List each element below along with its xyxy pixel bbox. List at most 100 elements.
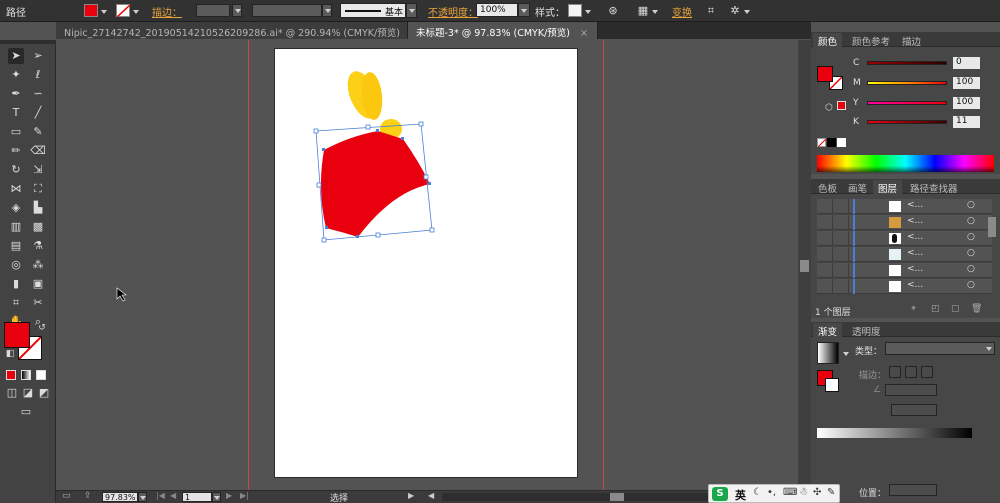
ime-toolbar: S 英 ☾ •, ⌨ ☃ ✣ ✎ [708,484,840,503]
tab-color[interactable]: 颜色 [813,33,843,48]
next-page-icon[interactable]: ▶ [226,491,232,500]
layer-row[interactable]: <... ○ [817,263,992,278]
cube-icon: ⬡ [825,103,833,113]
channel-y-slider[interactable] [867,101,947,105]
make-clipping-mask-icon[interactable]: ◰ [931,304,940,314]
punctuation-icon[interactable]: •, [767,487,776,498]
tab-color-guide[interactable]: 颜色参考 [847,33,895,48]
artwork-layer [116,71,435,302]
channel-k-slider[interactable] [867,120,947,124]
channel-c-slider[interactable] [867,61,947,65]
wrench-icon[interactable]: ✎ [827,487,835,498]
out-of-gamut-swatch[interactable] [837,101,846,110]
layer-row[interactable]: <... ○ [817,231,992,246]
zoom-dropdown[interactable] [138,492,147,502]
gradient-panel: 渐变 透明度 类型： 描边： ∠ 位置： [811,322,1000,503]
target-circle-icon[interactable]: ○ [967,216,975,226]
status-bar: ▭ ⇪ 97.83% |◀ ◀ 1 ▶ ▶| 选择 ▶ ◀ [56,490,811,503]
gradient-slider[interactable] [817,428,972,438]
keyboard-icon[interactable]: ⌨ [783,487,797,498]
channel-y-input[interactable]: 100 [953,97,980,109]
status-menu-icon[interactable]: ▶ [408,491,414,500]
layers-panel: 色板 画笔 图层 路径查找器 <... ○ <... ○ <... ○ <...… [811,179,1000,318]
target-circle-icon[interactable]: ○ [967,248,975,258]
angle-icon: ∠ [873,385,882,395]
gradient-position-input[interactable] [889,484,937,496]
layer-count: 1 个图层 [815,308,851,318]
scroll-left-icon[interactable]: ◀ [428,491,434,500]
layer-row[interactable]: <... ○ [817,215,992,230]
scrollbar-thumb[interactable] [800,260,809,272]
channel-k-input[interactable]: 11 [953,116,980,128]
layer-thumbnail [889,265,901,276]
prev-page-icon[interactable]: ◀ [170,491,176,500]
layer-thumbnail [889,249,901,260]
channel-k-label: K [853,117,859,127]
layer-row[interactable]: <... ○ [817,247,992,262]
channel-c-label: C [853,58,860,68]
channel-m-label: M [853,78,861,88]
channel-c-input[interactable]: 0 [953,57,980,69]
target-circle-icon[interactable]: ○ [967,280,975,290]
color-panel: 颜色 颜色参考 描边 ⬡ C 0 M 100 Y 100 K 11 [811,32,1000,174]
channel-m-slider[interactable] [867,81,947,85]
ime-logo-icon[interactable]: S [712,487,728,501]
toolbox-icon[interactable]: ✣ [813,487,821,498]
tab-stroke[interactable]: 描边 [897,33,926,48]
layer-thumbnail [889,281,901,292]
layer-row[interactable]: <... ○ [817,199,992,214]
gradient-type-label: 类型： [855,347,883,357]
white-swatch[interactable] [837,138,846,147]
moon-icon[interactable]: ☾ [753,487,762,498]
layer-row[interactable]: <... ○ [817,279,992,294]
layer-name[interactable]: <... [907,200,923,210]
stroke-across-icon[interactable] [921,366,933,378]
layer-name[interactable]: <... [907,264,923,274]
tab-transparency[interactable]: 透明度 [847,323,886,338]
artboard-nav-icon[interactable]: ▭ [62,491,71,501]
black-swatch[interactable] [827,138,836,147]
channel-m-input[interactable]: 100 [953,77,980,89]
horizontal-scrollbar-thumb[interactable] [610,493,624,501]
layer-name[interactable]: <... [907,248,923,258]
gradient-thumbnail[interactable] [817,342,839,364]
layer-thumbnail [889,233,901,244]
share-icon[interactable]: ⇪ [84,491,92,501]
ime-language-label[interactable]: 英 [735,487,746,503]
tab-pathfinder[interactable]: 路径查找器 [905,180,963,195]
new-layer-icon[interactable]: ▢ [951,304,960,314]
tab-layers[interactable]: 图层 [873,180,903,195]
target-circle-icon[interactable]: ○ [967,200,975,210]
mouse-cursor-icon [116,287,127,302]
target-circle-icon[interactable]: ○ [967,264,975,274]
chevron-down-icon[interactable] [843,352,849,356]
canvas-vertical-scrollbar[interactable] [798,40,811,490]
target-circle-icon[interactable]: ○ [967,232,975,242]
layer-name[interactable]: <... [907,216,923,226]
page-input[interactable]: 1 [182,492,212,502]
last-page-icon[interactable]: ▶| [240,491,249,500]
page-dropdown[interactable] [212,492,221,502]
skin-icon[interactable]: ☃ [799,487,808,498]
first-page-icon[interactable]: |◀ [156,491,165,500]
tab-swatches[interactable]: 色板 [813,180,842,195]
gradient-type-dropdown[interactable] [885,342,995,355]
red-shape[interactable] [320,131,430,237]
color-spectrum[interactable] [817,155,994,172]
stroke-along-icon[interactable] [905,366,917,378]
layer-name[interactable]: <... [907,232,923,242]
fill-preview[interactable] [817,66,833,82]
tab-brushes[interactable]: 画笔 [843,180,872,195]
trash-icon[interactable]: 🗑 [971,304,982,314]
layer-name[interactable]: <... [907,280,923,290]
channel-y-label: Y [853,98,859,108]
gradient-angle-dropdown[interactable] [885,384,937,396]
gradient-stroke-preview[interactable] [825,378,839,392]
none-swatch[interactable] [817,138,826,147]
locate-object-icon[interactable]: ⌖ [911,304,916,314]
stroke-within-icon[interactable] [889,366,901,378]
zoom-input[interactable]: 97.83% [102,492,138,502]
gradient-aspect-dropdown[interactable] [891,404,937,416]
layers-scrollbar-thumb[interactable] [988,217,996,237]
tab-gradient[interactable]: 渐变 [813,323,843,338]
